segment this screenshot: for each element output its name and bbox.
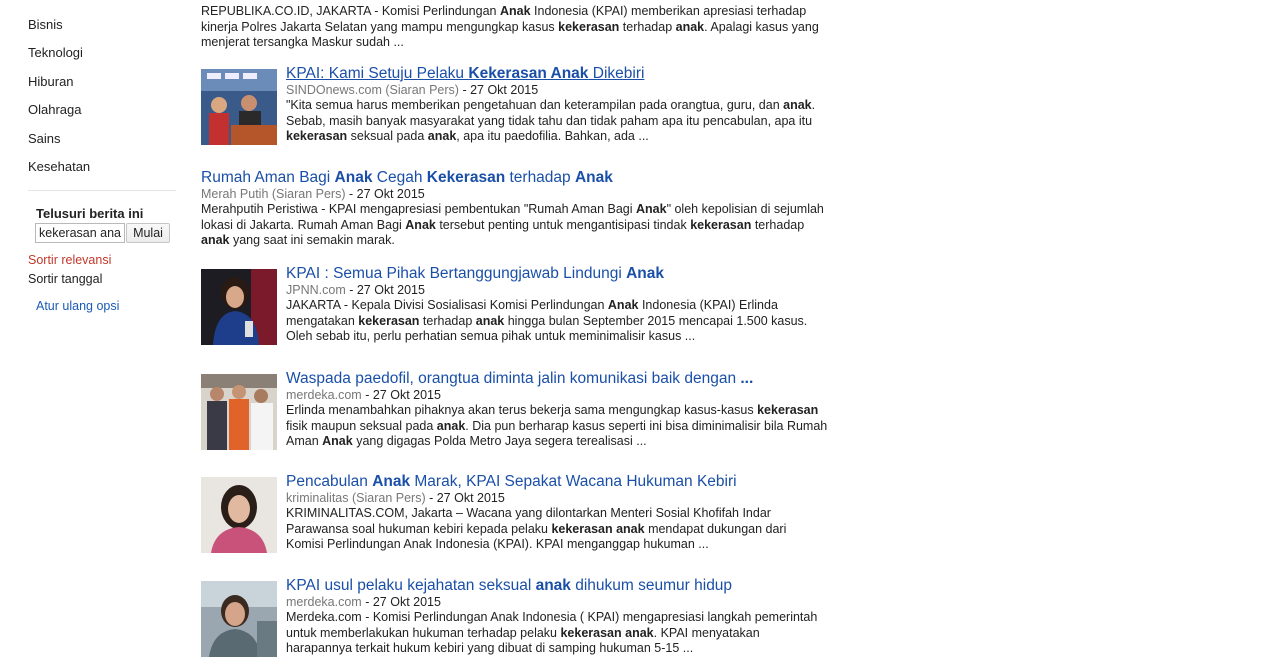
- category-kesehatan[interactable]: Kesehatan: [28, 159, 90, 174]
- category-olahraga[interactable]: Olahraga: [28, 102, 81, 117]
- result-4-thumbnail[interactable]: [201, 374, 277, 450]
- result-5: Pencabulan Anak Marak, KPAI Sepakat Waca…: [286, 473, 826, 553]
- highlight-term: Anak: [322, 434, 353, 448]
- highlight-term: kekerasan: [690, 217, 752, 232]
- result-date: 27 Okt 2015: [436, 491, 505, 505]
- result-3: KPAI : Semua Pihak Bertanggungjawab Lind…: [286, 265, 826, 345]
- highlight-term: Anak: [499, 4, 531, 18]
- result-meta: kriminalitas (Siaran Pers) - 27 Okt 2015: [286, 491, 505, 505]
- result-0: REPUBLIKA.CO.ID, JAKARTA - Komisi Perlin…: [201, 4, 821, 51]
- highlight-term: kekerasan: [286, 129, 348, 143]
- result-date: 27 Okt 2015: [356, 187, 425, 201]
- search-heading: Telusuri berita ini: [36, 206, 144, 221]
- result-snippet: JAKARTA - Kepala Divisi Sosialisasi Komi…: [286, 298, 808, 343]
- search-input[interactable]: [35, 223, 125, 243]
- result-meta: Merah Putih (Siaran Pers) - 27 Okt 2015: [201, 187, 425, 201]
- result-source: SINDOnews.com (Siaran Pers): [286, 83, 459, 97]
- category-hiburan[interactable]: Hiburan: [28, 74, 74, 89]
- highlight-term: kekerasan anak: [551, 521, 645, 536]
- result-5-thumbnail[interactable]: [201, 477, 277, 553]
- result-3-thumbnail[interactable]: [201, 269, 277, 345]
- result-meta: SINDOnews.com (Siaran Pers) - 27 Okt 201…: [286, 83, 539, 97]
- reset-options-link[interactable]: Atur ulang opsi: [36, 299, 119, 313]
- result-title-link[interactable]: Rumah Aman Bagi Anak Cegah Kekerasan ter…: [201, 169, 836, 187]
- result-meta: merdeka.com - 27 Okt 2015: [286, 595, 441, 609]
- result-1-thumbnail[interactable]: [201, 69, 277, 145]
- sidebar: Bisnis Teknologi Hiburan Olahraga Sains …: [0, 0, 185, 667]
- result-6-thumbnail[interactable]: [201, 581, 277, 657]
- result-date: 27 Okt 2015: [470, 83, 539, 97]
- highlight-term: anak: [783, 98, 812, 112]
- highlight-term: Anak: [635, 202, 667, 216]
- result-date: 27 Okt 2015: [372, 595, 441, 609]
- result-source: JPNN.com: [286, 283, 346, 297]
- result-6: KPAI usul pelaku kejahatan seksual anak …: [286, 577, 826, 657]
- highlight-term: anak: [436, 418, 466, 433]
- highlight-term: Kekerasan Anak: [468, 65, 589, 82]
- highlight-term: ...: [740, 370, 754, 387]
- result-source: merdeka.com: [286, 595, 362, 609]
- highlight-term: kekerasan: [358, 313, 420, 328]
- sidebar-divider: [28, 190, 176, 191]
- highlight-term: Anak: [334, 169, 373, 186]
- result-title-link[interactable]: KPAI: Kami Setuju Pelaku Kekerasan Anak …: [286, 65, 826, 83]
- highlight-term: anak: [675, 19, 705, 34]
- result-date: 27 Okt 2015: [372, 388, 441, 402]
- category-bisnis[interactable]: Bisnis: [28, 17, 63, 32]
- sort-relevance-link[interactable]: Sortir relevansi: [28, 253, 111, 267]
- result-snippet: Erlinda menambahkan pihaknya akan terus …: [286, 403, 828, 448]
- result-title-link[interactable]: KPAI usul pelaku kejahatan seksual anak …: [286, 577, 826, 595]
- result-source: kriminalitas (Siaran Pers): [286, 491, 426, 505]
- result-date: 27 Okt 2015: [356, 283, 425, 297]
- highlight-term: Anak: [405, 217, 436, 232]
- result-1: KPAI: Kami Setuju Pelaku Kekerasan Anak …: [286, 65, 826, 145]
- result-title-link[interactable]: KPAI : Semua Pihak Bertanggungjawab Lind…: [286, 265, 826, 283]
- result-2: Rumah Aman Bagi Anak Cegah Kekerasan ter…: [201, 169, 836, 249]
- highlight-term: kekerasan: [757, 403, 819, 417]
- result-snippet: KRIMINALITAS.COM, Jakarta – Wacana yang …: [286, 506, 787, 551]
- highlight-term: anak: [475, 313, 505, 328]
- result-source: merdeka.com: [286, 388, 362, 402]
- result-meta: JPNN.com - 27 Okt 2015: [286, 283, 425, 297]
- result-snippet: "Kita semua harus memberikan pengetahuan…: [286, 98, 816, 143]
- result-snippet: Merdeka.com - Komisi Perlindungan Anak I…: [286, 610, 818, 655]
- highlight-term: anak: [427, 129, 457, 143]
- result-4: Waspada paedofil, orangtua diminta jalin…: [286, 370, 841, 450]
- result-title-link[interactable]: Pencabulan Anak Marak, KPAI Sepakat Waca…: [286, 473, 826, 491]
- highlight-term: Anak: [574, 169, 613, 186]
- highlight-term: anak: [201, 233, 230, 247]
- highlight-term: Kekerasan: [426, 169, 506, 186]
- sort-date-link[interactable]: Sortir tanggal: [28, 272, 102, 286]
- result-snippet: Merahputih Peristiwa - KPAI mengapresias…: [201, 202, 824, 247]
- result-meta: merdeka.com - 27 Okt 2015: [286, 388, 441, 402]
- highlight-term: kekerasan: [558, 19, 620, 34]
- result-title-link[interactable]: Waspada paedofil, orangtua diminta jalin…: [286, 370, 841, 388]
- highlight-term: kekerasan anak: [560, 625, 654, 640]
- highlight-term: Anak: [626, 265, 664, 282]
- highlight-term: anak: [535, 577, 571, 594]
- highlight-term: Anak: [372, 473, 411, 490]
- category-teknologi[interactable]: Teknologi: [28, 45, 83, 60]
- result-snippet: REPUBLIKA.CO.ID, JAKARTA - Komisi Perlin…: [201, 4, 819, 49]
- result-source: Merah Putih (Siaran Pers): [201, 187, 346, 201]
- highlight-term: Anak: [607, 298, 639, 312]
- category-sains[interactable]: Sains: [28, 131, 61, 146]
- search-button[interactable]: Mulai: [126, 223, 170, 243]
